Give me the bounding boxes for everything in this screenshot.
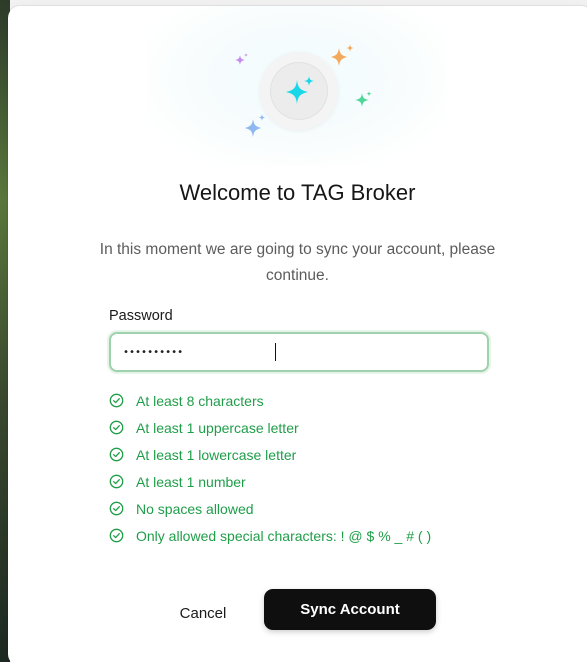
requirement-item: No spaces allowed: [109, 495, 529, 522]
check-circle-icon: [109, 420, 124, 435]
check-circle-icon: [109, 501, 124, 516]
welcome-dialog: Welcome to TAG Broker In this moment we …: [8, 6, 587, 662]
requirement-item: Only allowed special characters: ! @ $ %…: [109, 522, 529, 549]
requirement-label: At least 8 characters: [136, 392, 264, 409]
password-input[interactable]: [123, 342, 473, 362]
requirement-item: At least 1 number: [109, 468, 529, 495]
password-field-wrapper[interactable]: [109, 332, 489, 372]
dialog-subtitle: In this moment we are going to sync your…: [99, 241, 496, 284]
check-circle-icon: [109, 393, 124, 408]
sparkle-orange-icon: [328, 42, 358, 70]
check-circle-icon: [109, 474, 124, 489]
requirement-label: Only allowed special characters: ! @ $ %…: [136, 527, 432, 544]
requirement-label: At least 1 lowercase letter: [136, 446, 297, 463]
requirement-item: At least 8 characters: [109, 387, 529, 414]
requirement-item: At least 1 lowercase letter: [109, 441, 529, 468]
password-requirements-list: At least 8 characters At least 1 upperca…: [109, 387, 529, 549]
text-caret: [275, 343, 276, 361]
check-circle-icon: [109, 447, 124, 462]
requirement-label: No spaces allowed: [136, 500, 254, 517]
sync-account-button[interactable]: Sync Account: [264, 589, 436, 630]
requirement-label: At least 1 number: [136, 473, 246, 490]
sparkle-green-icon: [354, 90, 374, 110]
requirement-label: At least 1 uppercase letter: [136, 419, 299, 436]
page: Welcome to TAG Broker In this moment we …: [0, 0, 587, 662]
sparkle-purple-icon: [234, 52, 250, 68]
dialog-title: Welcome to TAG Broker: [179, 180, 416, 205]
check-circle-icon: [109, 528, 124, 543]
password-label: Password: [109, 308, 173, 324]
requirement-item: At least 1 uppercase letter: [109, 414, 529, 441]
sparkle-blue-icon: [244, 112, 268, 138]
cancel-button[interactable]: Cancel: [163, 596, 243, 630]
sparkles-icon: [282, 74, 318, 110]
